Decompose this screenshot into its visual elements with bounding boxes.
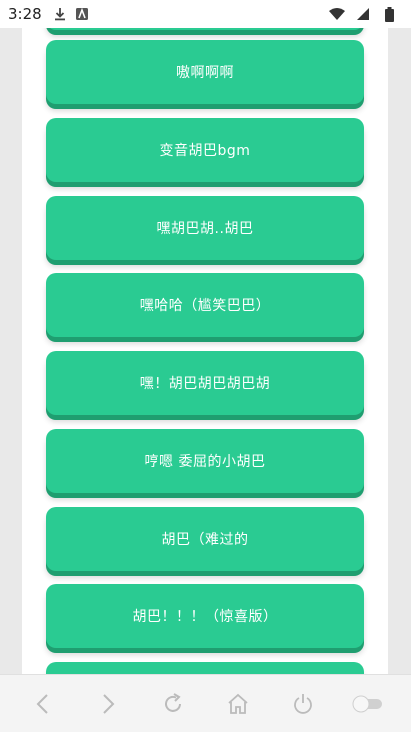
back-button[interactable]	[23, 684, 63, 724]
reload-button[interactable]	[153, 684, 193, 724]
power-button[interactable]	[283, 684, 323, 724]
reload-icon	[164, 692, 181, 712]
signal-icon	[355, 6, 371, 22]
power-icon	[294, 693, 313, 714]
forward-button[interactable]	[88, 684, 128, 724]
sound-button-4[interactable]: 嘿胡巴胡..胡巴	[46, 196, 364, 260]
toggle-icon	[352, 695, 383, 712]
sound-button-10[interactable]	[46, 662, 364, 674]
download-icon	[52, 6, 68, 22]
sound-button-8[interactable]: 胡巴（难过的	[46, 507, 364, 571]
battery-icon	[381, 6, 397, 22]
home-button[interactable]	[218, 684, 258, 724]
sound-button-5[interactable]: 嘿哈哈（尴笑巴巴）	[46, 273, 364, 337]
sound-button-9[interactable]: 胡巴！！！（惊喜版）	[46, 584, 364, 648]
forward-icon	[103, 693, 115, 714]
sound-button-1[interactable]	[46, 28, 364, 30]
status-time: 3:28	[8, 5, 42, 23]
sound-button-3[interactable]: 变音胡巴bgm	[46, 118, 364, 182]
home-icon	[228, 693, 248, 714]
status-bar: 3:28	[0, 0, 411, 28]
back-icon	[36, 693, 48, 714]
app-icon	[74, 6, 90, 22]
sound-button-2[interactable]: 嗷啊啊啊	[46, 40, 364, 104]
sound-button-list[interactable]: 嗷啊啊啊 变音胡巴bgm 嘿胡巴胡..胡巴 嘿哈哈（尴笑巴巴） 嘿！胡巴胡巴胡巴…	[22, 28, 388, 674]
sound-button-7[interactable]: 哼嗯 委屈的小胡巴	[46, 429, 364, 493]
browser-nav-bar	[0, 674, 411, 732]
sound-button-6[interactable]: 嘿！胡巴胡巴胡巴胡	[46, 351, 364, 415]
wifi-icon	[329, 6, 345, 22]
toggle-button[interactable]	[348, 684, 388, 724]
